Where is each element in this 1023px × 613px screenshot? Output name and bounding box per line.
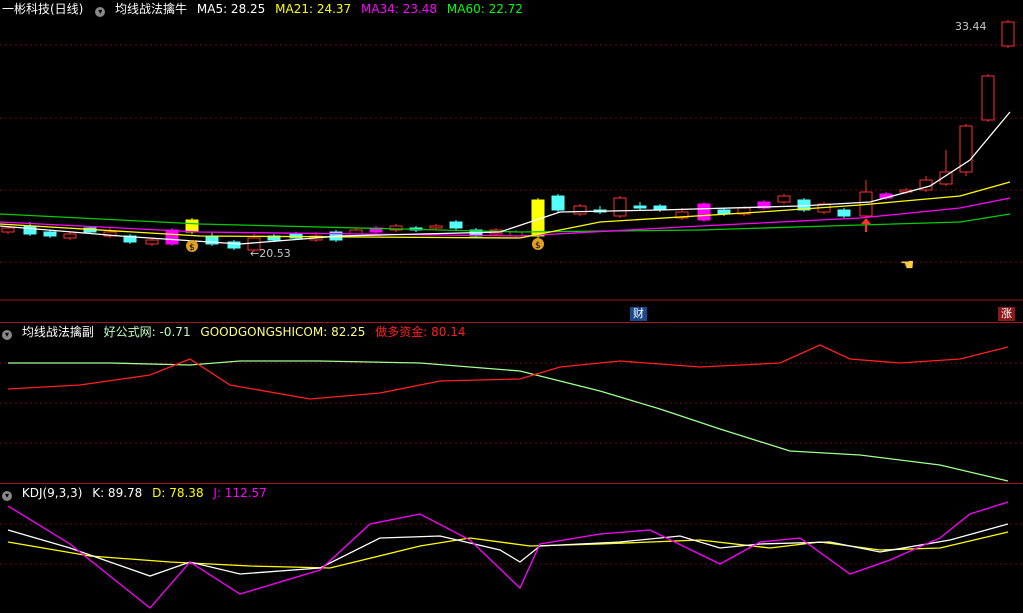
candle-body	[43, 231, 57, 237]
money-bag-icon-glyph: $	[189, 243, 195, 253]
kdj-d-line	[7, 531, 1009, 569]
kdj-panel[interactable]: ▾ KDJ(9,3,3) K: 89.78 D: 78.38 J: 112.57	[0, 484, 1023, 613]
kdj-chart[interactable]	[0, 484, 1023, 613]
candle-body	[697, 203, 711, 221]
high-price-label: 33.44	[955, 20, 987, 33]
finance-badge[interactable]: 财	[630, 307, 647, 321]
buy-arrow-icon	[861, 218, 871, 224]
candle-body	[429, 225, 443, 229]
main-chart-panel[interactable]: 一彬科技(日线) ▾ 均线战法擒牛 MA5: 28.25 MA21: 24.37…	[0, 0, 1023, 322]
candle-body	[63, 233, 77, 239]
long-fund-line	[7, 344, 1009, 400]
candle-body	[23, 225, 37, 235]
candle-body	[981, 75, 995, 121]
candle-body	[1001, 21, 1015, 47]
candle-body	[633, 205, 647, 209]
sub-indicator-panel[interactable]: ▾ 均线战法擒副 好公式网: -0.71 GOODGONGSHICOM: 82.…	[0, 323, 1023, 483]
limit-up-badge[interactable]: 涨	[998, 307, 1015, 321]
candle-body	[837, 209, 851, 217]
low-price-label: ←20.53	[250, 247, 291, 260]
cursor-pointer-icon: ☚	[900, 255, 915, 274]
candle-body	[185, 219, 199, 233]
money-bag-icon-glyph: $	[535, 241, 541, 251]
candle-body	[777, 195, 791, 203]
sub-indicator-chart[interactable]	[0, 323, 1023, 483]
candle-body	[165, 229, 179, 245]
candle-body	[1, 227, 15, 233]
ma5-line	[0, 111, 1011, 245]
candle-body	[449, 221, 463, 229]
price-chart[interactable]: $ $	[0, 0, 1023, 322]
candle-body	[145, 239, 159, 245]
candle-body	[613, 197, 627, 217]
candle-body	[573, 205, 587, 215]
kdj-k-line	[7, 523, 1009, 577]
candle-body	[551, 195, 565, 211]
